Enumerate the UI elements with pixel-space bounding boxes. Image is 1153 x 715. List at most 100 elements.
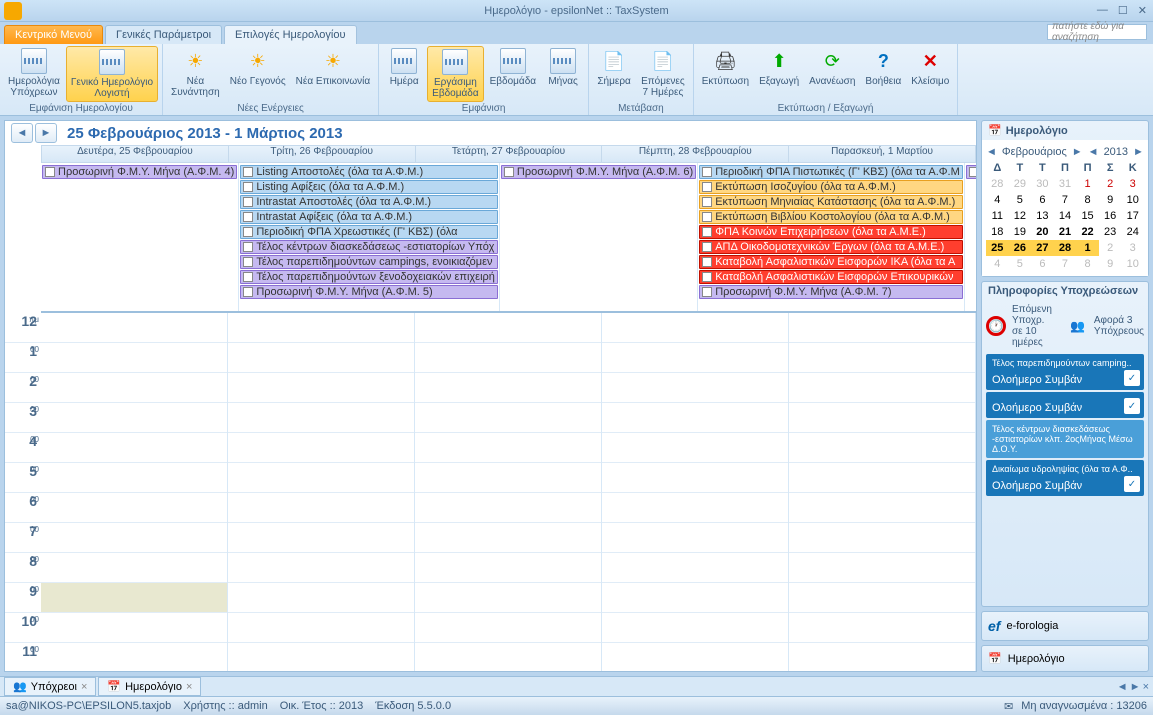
mc-day[interactable]: 13: [1031, 208, 1054, 224]
time-slot[interactable]: [415, 643, 601, 671]
btn-obligor-calendars[interactable]: Ημερολόγια Υπόχρεων: [4, 46, 64, 102]
time-slot[interactable]: [789, 553, 975, 583]
calendar-event[interactable]: ΑΠΔ Οικοδομοτεχνικών Έργων (όλα τα Α.Μ.Ε…: [699, 240, 963, 254]
time-slot[interactable]: [41, 523, 227, 553]
check-icon[interactable]: ✓: [1124, 398, 1140, 414]
time-slot[interactable]: [602, 523, 788, 553]
time-slot[interactable]: [789, 373, 975, 403]
mc-day[interactable]: 18: [986, 224, 1009, 240]
time-slot[interactable]: [415, 523, 601, 553]
time-slot[interactable]: [41, 463, 227, 493]
mc-day[interactable]: 3: [1121, 240, 1144, 256]
calendar-event[interactable]: Τέλος παρεπιδημούντων campings, ενοικιαζ…: [240, 255, 498, 269]
mc-day[interactable]: 9: [1099, 256, 1122, 272]
time-slot[interactable]: [41, 643, 227, 671]
calendar-event[interactable]: Προσωρινή Φ.Μ.Υ. Μήνα (Α.Φ.Μ. 7): [699, 285, 963, 299]
btn-view-workweek[interactable]: Εργάσιμη Εβδομάδα: [427, 46, 483, 102]
time-slot[interactable]: [602, 493, 788, 523]
time-slot[interactable]: [41, 433, 227, 463]
btn-next7[interactable]: 📄Επόμενες 7 Ημέρες: [637, 46, 689, 102]
mail-icon[interactable]: ✉: [1004, 700, 1013, 713]
mc-next-year[interactable]: ►: [1133, 146, 1144, 158]
calendar-event[interactable]: Καταβολή Ασφαλιστικών Εισφορών Επικουρικ…: [699, 270, 963, 284]
time-slot[interactable]: [602, 403, 788, 433]
calendar-event[interactable]: Intrastat Αποστολές (όλα τα Α.Φ.Μ.): [240, 195, 498, 209]
time-slot[interactable]: [41, 613, 227, 643]
calendar-event[interactable]: Καταβολή Ασφαλιστικών Εισφορών ΙΚΑ (όλα …: [699, 255, 963, 269]
mc-day[interactable]: 4: [986, 256, 1009, 272]
calendar-event[interactable]: Listing Αφίξεις (όλα τα Α.Φ.Μ.): [240, 180, 498, 194]
mc-day[interactable]: 25: [986, 240, 1009, 256]
mc-day[interactable]: 7: [1054, 256, 1077, 272]
allday-column[interactable]: Listing Αποστολές (όλα τα Α.Φ.Μ.)Listing…: [239, 163, 500, 311]
mc-day[interactable]: 22: [1076, 224, 1099, 240]
mc-day[interactable]: 16: [1099, 208, 1122, 224]
time-slot[interactable]: [41, 373, 227, 403]
day-header[interactable]: Παρασκευή, 1 Μαρτίου: [789, 145, 976, 163]
time-slot[interactable]: [228, 583, 414, 613]
time-slot[interactable]: [415, 583, 601, 613]
time-slot[interactable]: [789, 403, 975, 433]
time-slot[interactable]: [602, 583, 788, 613]
time-slot[interactable]: [789, 313, 975, 343]
mc-day[interactable]: 30: [1031, 176, 1054, 192]
calendar-event[interactable]: Listing Αποστολές (όλα τα Α.Φ.Μ.): [240, 165, 498, 179]
time-slot[interactable]: [41, 313, 227, 343]
mc-day[interactable]: 7: [1054, 192, 1077, 208]
tab-calendar-options[interactable]: Επιλογές Ημερολογίου: [224, 25, 356, 44]
time-slot[interactable]: [789, 433, 975, 463]
tab-main-menu[interactable]: Κεντρικό Μενού: [4, 25, 103, 44]
mc-day[interactable]: 5: [1009, 256, 1032, 272]
check-icon[interactable]: ✓: [1124, 476, 1140, 492]
calendar-event[interactable]: Εκτύπωση Μηνιαίας Κατάστασης (όλα τα Α.Φ…: [699, 195, 963, 209]
time-slot[interactable]: [789, 643, 975, 671]
mc-day[interactable]: 15: [1076, 208, 1099, 224]
mc-day[interactable]: 8: [1076, 192, 1099, 208]
close-tab-icon[interactable]: ×: [81, 681, 87, 693]
mc-day[interactable]: 11: [986, 208, 1009, 224]
time-slot[interactable]: [228, 493, 414, 523]
btn-view-day[interactable]: Ημέρα: [383, 46, 425, 102]
time-slot[interactable]: [415, 373, 601, 403]
calendar-event[interactable]: Προσωρινή Φ.Μ.Υ. Μήνα (Α.Φ.Μ. 6): [501, 165, 696, 179]
calendar-event[interactable]: Τέλος παρεπιδημούντων ξενοδοχειακών επιχ…: [240, 270, 498, 284]
time-slot[interactable]: [228, 433, 414, 463]
mc-day[interactable]: 23: [1099, 224, 1122, 240]
time-column[interactable]: [228, 313, 415, 671]
allday-column[interactable]: Περιοδική ΦΠΑ Πιστωτικές (Γ' ΚΒΣ) (όλα τ…: [698, 163, 965, 311]
time-slot[interactable]: [41, 583, 227, 613]
mc-day[interactable]: 2: [1099, 240, 1122, 256]
time-slot[interactable]: [415, 463, 601, 493]
btn-new-meeting[interactable]: ☀Νέα Συνάντηση: [167, 46, 224, 102]
time-slot[interactable]: [789, 613, 975, 643]
time-slot[interactable]: [41, 343, 227, 373]
btn-close[interactable]: ✕Κλείσιμο: [907, 46, 953, 102]
mc-day[interactable]: 1: [1076, 240, 1099, 256]
time-slot[interactable]: [789, 463, 975, 493]
time-slot[interactable]: [415, 613, 601, 643]
day-header[interactable]: Τετάρτη, 27 Φεβρουαρίου: [416, 145, 603, 163]
time-slot[interactable]: [415, 433, 601, 463]
mc-day[interactable]: 8: [1076, 256, 1099, 272]
mc-day[interactable]: 17: [1121, 208, 1144, 224]
time-slot[interactable]: [602, 373, 788, 403]
time-slot[interactable]: [228, 553, 414, 583]
mc-next-month[interactable]: ►: [1072, 146, 1083, 158]
nav-next[interactable]: ►: [35, 123, 57, 143]
nav-prev[interactable]: ◄: [11, 123, 33, 143]
mc-day[interactable]: 29: [1009, 176, 1032, 192]
time-slot[interactable]: [789, 583, 975, 613]
calendar-link[interactable]: 📅 Ημερολόγιο: [981, 645, 1149, 672]
time-slot[interactable]: [789, 523, 975, 553]
calendar-event[interactable]: Προσωρινή Φ.Μ.Υ. Μήνα (Α.Φ.Μ. 4): [42, 165, 237, 179]
mc-prev-year[interactable]: ◄: [1088, 146, 1099, 158]
mc-day[interactable]: 6: [1031, 256, 1054, 272]
btab-scroll-left[interactable]: ◄: [1117, 681, 1128, 693]
time-slot[interactable]: [228, 463, 414, 493]
time-column[interactable]: [41, 313, 228, 671]
day-header[interactable]: Πέμπτη, 28 Φεβρουαρίου: [602, 145, 789, 163]
time-slot[interactable]: [228, 643, 414, 671]
time-slot[interactable]: [228, 343, 414, 373]
close-button[interactable]: ✕: [1138, 4, 1147, 17]
btab-obligors[interactable]: 👥Υπόχρεοι×: [4, 677, 96, 696]
